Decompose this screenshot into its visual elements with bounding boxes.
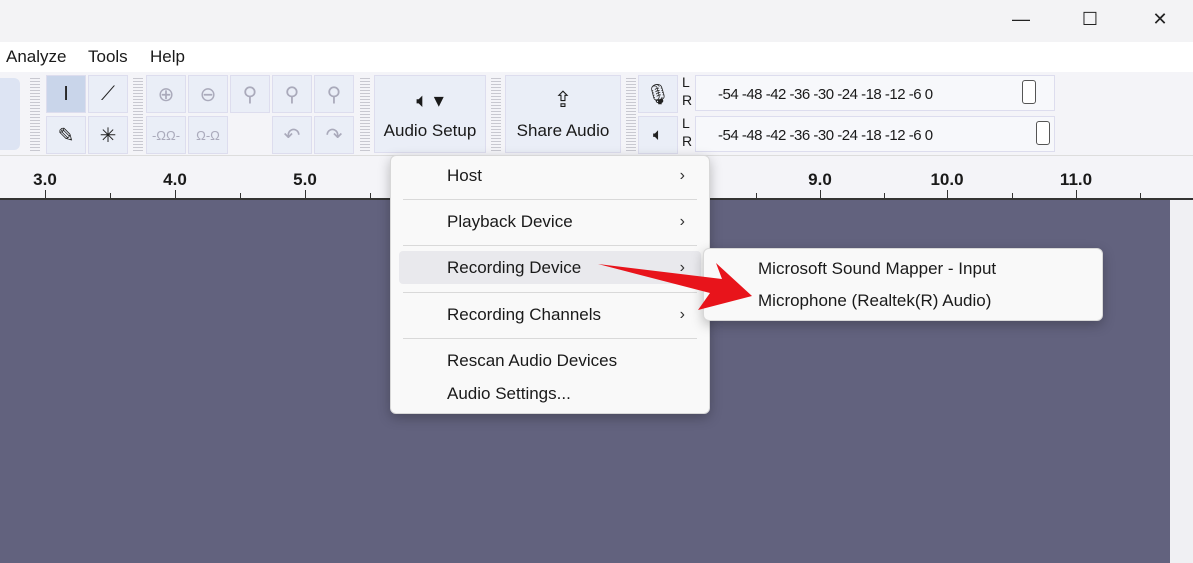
red-arrow-icon (598, 263, 752, 310)
annotation-arrow (598, 263, 752, 310)
